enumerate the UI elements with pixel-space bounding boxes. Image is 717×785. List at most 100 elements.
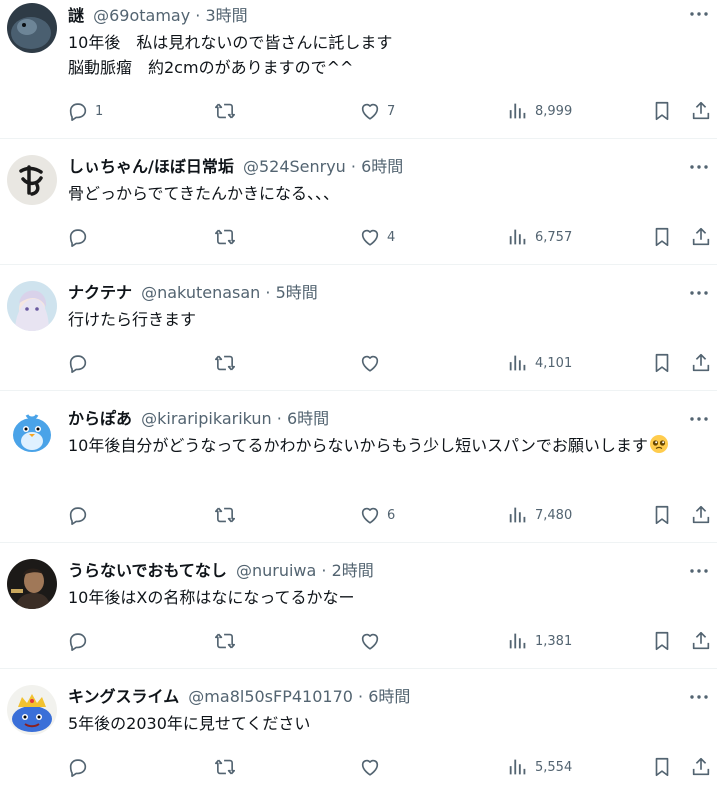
avatar[interactable] [7, 559, 57, 609]
bookmark-button[interactable] [651, 99, 673, 123]
views-button[interactable]: 7,480 [507, 503, 572, 527]
views-button[interactable]: 6,757 [507, 225, 572, 249]
display-name[interactable]: からぽあ [68, 409, 132, 428]
display-name[interactable]: 謎 [68, 6, 84, 25]
tweet[interactable]: からぽあ @kiraripikarikun · 6時間 10年後自分がどうなって… [0, 391, 717, 543]
more-options-icon[interactable] [687, 283, 711, 303]
heart-icon [361, 103, 379, 120]
action-bar: 6 7,480 [0, 503, 717, 527]
share-button[interactable] [690, 99, 712, 123]
like-button[interactable]: 6 [359, 503, 395, 527]
like-button[interactable] [359, 629, 387, 653]
user-handle[interactable]: @ma8l50sFP410170 [188, 687, 353, 706]
view-count: 4,101 [535, 355, 573, 371]
avatar[interactable] [7, 3, 57, 53]
retweet-icon [215, 355, 235, 371]
timestamp[interactable]: 6時間 [361, 157, 403, 176]
views-button[interactable]: 4,101 [507, 351, 572, 375]
timestamp[interactable]: 6時間 [287, 409, 329, 428]
view-count: 1,381 [535, 633, 573, 649]
more-options-icon[interactable] [687, 4, 711, 24]
display-name[interactable]: しぃちゃん/ほぼ日常垢 [68, 157, 234, 176]
like-button[interactable] [359, 351, 387, 375]
timestamp[interactable]: 5時間 [276, 283, 318, 302]
reply-icon [69, 103, 87, 121]
avatar[interactable] [7, 407, 57, 457]
retweet-button[interactable] [214, 99, 236, 123]
reply-button[interactable] [67, 503, 95, 527]
reply-button[interactable] [67, 755, 95, 779]
separator-dot: · [350, 157, 357, 176]
reply-button[interactable] [67, 629, 95, 653]
reply-button[interactable] [67, 225, 95, 249]
like-button[interactable]: 4 [359, 225, 395, 249]
action-bar: 1,381 [0, 629, 717, 653]
tweet[interactable]: キングスライム @ma8l50sFP410170 · 6時間 5年後の2030年… [0, 669, 717, 785]
retweet-icon [215, 759, 235, 775]
bookmark-button[interactable] [651, 351, 673, 375]
share-button[interactable] [690, 225, 712, 249]
separator-dot: · [276, 409, 282, 428]
user-handle[interactable]: @524Senryu [243, 157, 346, 176]
retweet-button[interactable] [214, 503, 236, 527]
tweet-text: 10年後はXの名称はなになってるかなー [68, 588, 355, 607]
more-options-icon[interactable] [687, 409, 711, 429]
share-icon [692, 505, 710, 524]
bookmark-button[interactable] [651, 225, 673, 249]
analytics-icon [509, 507, 526, 523]
timestamp[interactable]: 6時間 [368, 687, 410, 706]
display-name[interactable]: キングスライム [68, 687, 179, 706]
tweet-text: 10年後自分がどうなってるかわからないからもう少し短いスパンでお願いします [68, 433, 701, 461]
separator-dot: · [265, 283, 271, 302]
view-count: 8,999 [535, 103, 573, 119]
share-button[interactable] [690, 503, 712, 527]
heart-icon [361, 507, 379, 524]
more-options-icon[interactable] [687, 157, 711, 177]
share-button[interactable] [690, 755, 712, 779]
bookmark-icon [655, 101, 669, 121]
timestamp[interactable]: 2時間 [332, 561, 374, 580]
bookmark-button[interactable] [651, 503, 673, 527]
reply-feed: 謎 @69otamay · 3時間 10年後 私は見れないので皆さんに託します … [0, 0, 717, 785]
retweet-button[interactable] [214, 629, 236, 653]
retweet-button[interactable] [214, 225, 236, 249]
bookmark-button[interactable] [651, 629, 673, 653]
retweet-button[interactable] [214, 755, 236, 779]
user-handle[interactable]: @nuruiwa [236, 561, 316, 580]
tweet[interactable]: しぃちゃん/ほぼ日常垢 @524Senryu · 6時間 骨どっからでてきたんか… [0, 139, 717, 265]
separator-dot: · [321, 561, 327, 580]
view-count: 7,480 [535, 507, 573, 523]
more-options-icon[interactable] [687, 687, 711, 707]
timestamp[interactable]: 3時間 [205, 6, 247, 25]
retweet-button[interactable] [214, 351, 236, 375]
bookmark-button[interactable] [651, 755, 673, 779]
tweet[interactable]: うらないでおもてなし @nuruiwa · 2時間 10年後はXの名称はなになっ… [0, 543, 717, 669]
avatar[interactable] [7, 155, 57, 205]
display-name[interactable]: ナクテナ [68, 283, 132, 302]
reply-button[interactable]: 1 [67, 99, 103, 123]
user-handle[interactable]: @kiraripikarikun [141, 409, 272, 428]
views-button[interactable]: 8,999 [507, 99, 572, 123]
retweet-icon [215, 229, 235, 245]
views-button[interactable]: 1,381 [507, 629, 572, 653]
tweet-header: うらないでおもてなし @nuruiwa · 2時間 [68, 559, 677, 583]
tweet[interactable]: ナクテナ @nakutenasan · 5時間 行けたら行きます 4,101 [0, 265, 717, 391]
avatar[interactable] [7, 281, 57, 331]
reply-button[interactable] [67, 351, 95, 375]
share-icon [692, 353, 710, 372]
user-handle[interactable]: @nakutenasan [141, 283, 260, 302]
view-count: 5,554 [535, 759, 573, 775]
user-handle[interactable]: @69otamay [93, 6, 190, 25]
avatar[interactable] [7, 685, 57, 735]
reply-icon [69, 507, 87, 525]
display-name[interactable]: うらないでおもてなし [68, 561, 227, 580]
tweet-text-content: 10年後自分がどうなってるかわからないからもう少し短いスパンでお願いします [68, 436, 648, 455]
heart-icon [361, 229, 379, 246]
more-options-icon[interactable] [687, 561, 711, 581]
share-button[interactable] [690, 351, 712, 375]
share-button[interactable] [690, 629, 712, 653]
like-button[interactable]: 7 [359, 99, 395, 123]
like-button[interactable] [359, 755, 387, 779]
tweet[interactable]: 謎 @69otamay · 3時間 10年後 私は見れないので皆さんに託します … [0, 0, 717, 139]
views-button[interactable]: 5,554 [507, 755, 572, 779]
